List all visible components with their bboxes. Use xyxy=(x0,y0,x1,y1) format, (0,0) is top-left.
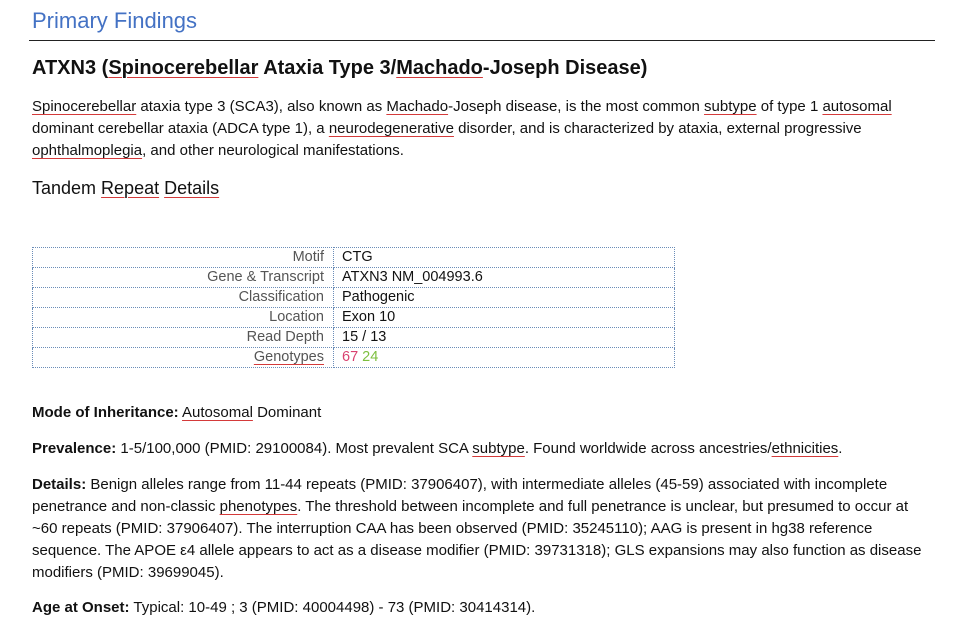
title-mid: Ataxia Type 3/ xyxy=(258,57,397,79)
genotype-allele-1: 67 xyxy=(342,349,359,365)
onset-text: Typical: 10-49 ; 3 (PMID: 40004498) - 73… xyxy=(129,599,536,616)
read-depth-value: 15 / 13 xyxy=(333,327,675,348)
intro-text: , and other neurological manifestations. xyxy=(142,142,404,159)
inheritance-label: Mode of Inheritance: xyxy=(32,404,179,421)
heading-divider xyxy=(29,40,935,41)
document-page: Primary Findings ATXN3 (Spinocerebellar … xyxy=(0,0,968,640)
table-row-gene: Gene & Transcript ATXN3 NM_004993.6 xyxy=(32,267,675,288)
prevalence-label: Prevalence: xyxy=(32,440,117,457)
subheading-text: Tandem xyxy=(32,178,102,198)
intro-paragraph: Spinocerebellar ataxia type 3 (SCA3), al… xyxy=(32,96,932,162)
table-row-motif: Motif CTG xyxy=(32,247,675,268)
inheritance-term: Autosomal xyxy=(182,404,253,421)
classification-label: Classification xyxy=(32,287,334,308)
table-row-location: Location Exon 10 xyxy=(32,307,675,328)
prevalence-text: . Found worldwide across ancestries/ xyxy=(524,440,772,457)
gene-transcript-label: Gene & Transcript xyxy=(32,267,334,288)
details-term: phenotypes xyxy=(219,498,298,515)
gene-transcript-value: ATXN3 NM_004993.6 xyxy=(333,267,675,288)
table-row-read-depth: Read Depth 15 / 13 xyxy=(32,327,675,348)
inheritance-text: Dominant xyxy=(252,404,322,421)
table-row-genotypes: Genotypes 67 24 xyxy=(32,347,675,368)
title-term-spinocerebellar: Spinocerebellar xyxy=(108,57,259,79)
intro-term: ophthalmoplegia xyxy=(32,142,143,159)
motif-label: Motif xyxy=(32,247,334,268)
finding-title: ATXN3 (Spinocerebellar Ataxia Type 3/Mac… xyxy=(32,55,647,81)
intro-term: Spinocerebellar xyxy=(32,98,137,115)
intro-text: ataxia type 3 (SCA3), also known as xyxy=(136,98,387,115)
genotypes-label-cell: Genotypes xyxy=(32,347,334,368)
intro-term: neurodegenerative xyxy=(328,120,454,137)
intro-text: disorder, and is characterized by ataxia… xyxy=(453,120,862,137)
title-rest: -Joseph Disease) xyxy=(482,57,648,79)
location-label: Location xyxy=(32,307,334,328)
intro-text: of type 1 xyxy=(756,98,823,115)
repeat-details-table: Motif CTG Gene & Transcript ATXN3 NM_004… xyxy=(32,247,675,368)
intro-term: subtype xyxy=(704,98,757,115)
genotypes-label: Genotypes xyxy=(253,349,324,365)
intro-text: dominant cerebellar ataxia (ADCA type 1)… xyxy=(32,120,329,137)
intro-text: -Joseph disease, is the most common xyxy=(448,98,705,115)
prevalence-paragraph: Prevalence: 1-5/100,000 (PMID: 29100084)… xyxy=(32,438,936,460)
title-gene: ATXN3 ( xyxy=(32,57,109,79)
location-value: Exon 10 xyxy=(333,307,675,328)
motif-value: CTG xyxy=(333,247,675,268)
details-label: Details: xyxy=(32,476,87,493)
subheading-term-repeat: Repeat xyxy=(101,178,160,198)
read-depth-label: Read Depth xyxy=(32,327,334,348)
table-row-classification: Classification Pathogenic xyxy=(32,287,675,308)
tandem-repeat-heading: Tandem Repeat Details xyxy=(32,176,219,200)
intro-term: Machado xyxy=(386,98,449,115)
section-heading: Primary Findings xyxy=(32,8,198,33)
onset-label: Age at Onset: xyxy=(32,599,130,616)
genotypes-value: 67 24 xyxy=(333,347,675,368)
prevalence-text: . xyxy=(838,440,843,457)
prevalence-text: 1-5/100,000 (PMID: 29100084). Most preva… xyxy=(116,440,473,457)
onset-paragraph: Age at Onset: Typical: 10-49 ; 3 (PMID: … xyxy=(32,597,936,619)
details-paragraph: Details: Benign alleles range from 11-44… xyxy=(32,474,936,584)
subheading-term-details: Details xyxy=(164,178,220,198)
title-term-machado: Machado xyxy=(396,57,483,79)
intro-term: autosomal xyxy=(822,98,892,115)
prevalence-term: subtype xyxy=(472,440,525,457)
prevalence-term: ethnicities xyxy=(771,440,839,457)
genotype-allele-2: 24 xyxy=(362,349,379,365)
classification-value: Pathogenic xyxy=(333,287,675,308)
inheritance-paragraph: Mode of Inheritance: Autosomal Dominant xyxy=(32,402,936,424)
